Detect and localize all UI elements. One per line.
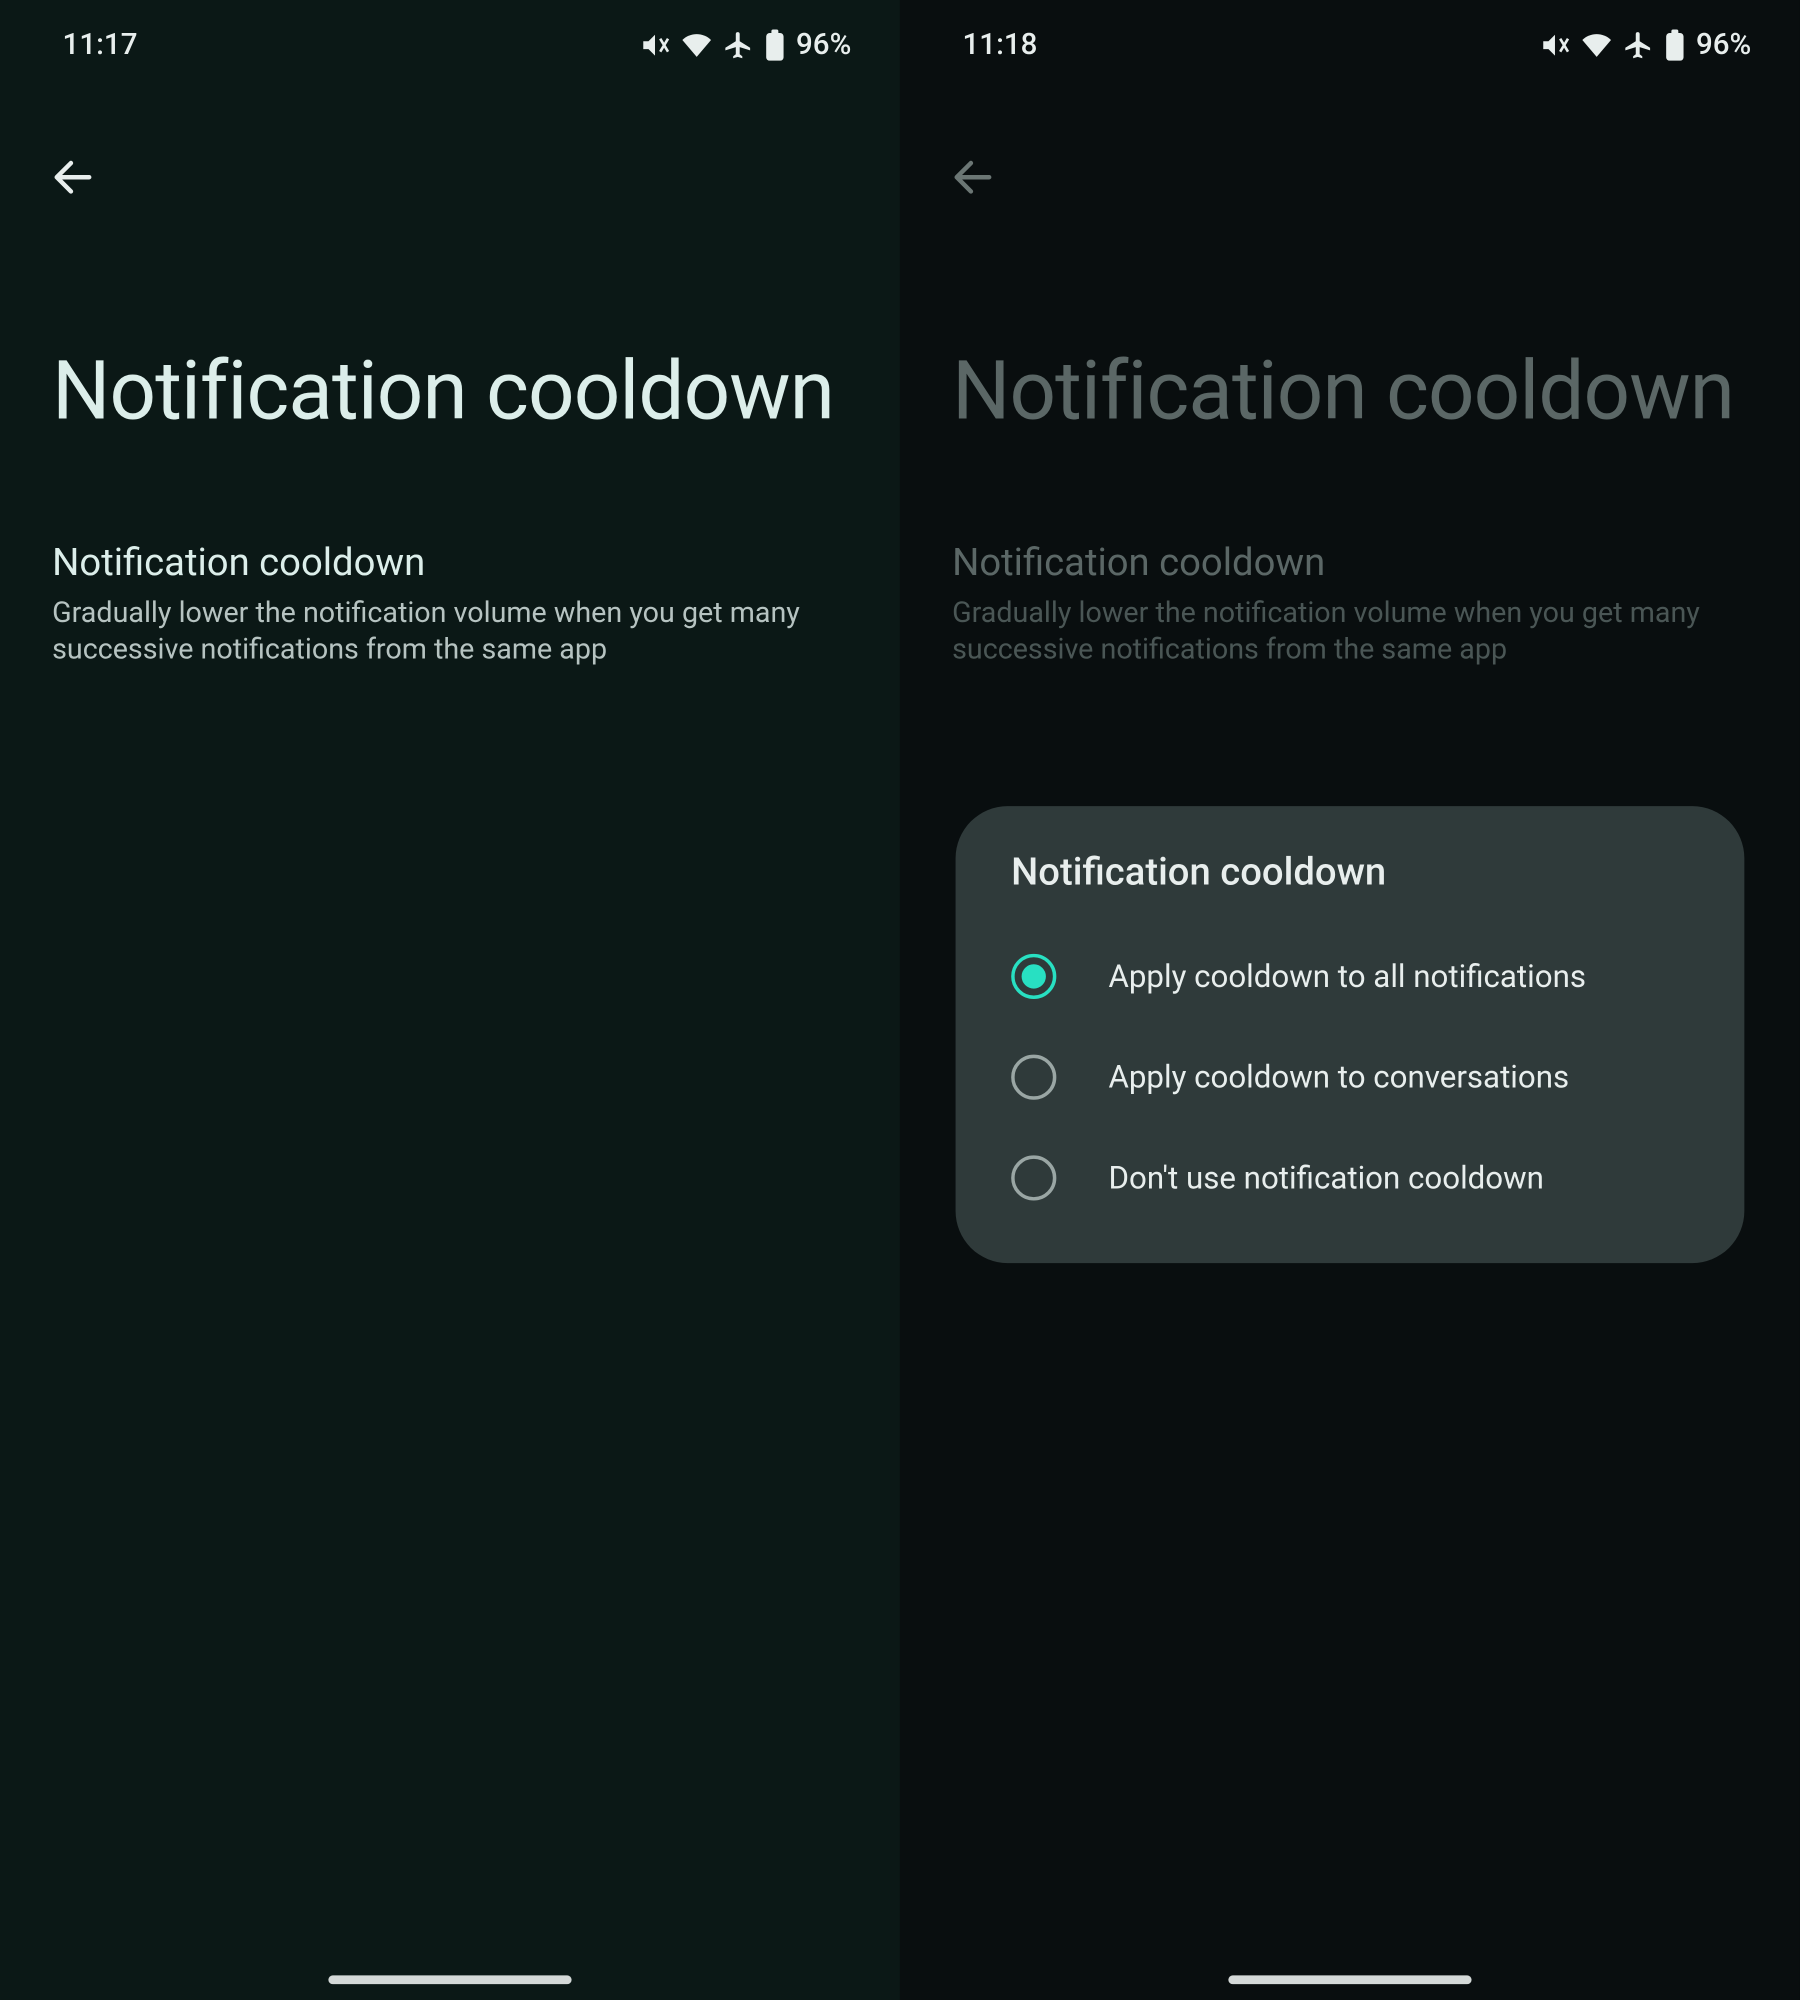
battery-percent: 96%	[796, 28, 851, 63]
status-icons: 96%	[1540, 28, 1752, 63]
cooldown-setting-row: Notification cooldown Gradually lower th…	[952, 542, 1748, 670]
status-bar: 11:17 96%	[0, 0, 900, 90]
radio-label: Apply cooldown to conversations	[1108, 1059, 1569, 1095]
cooldown-setting-row[interactable]: Notification cooldown Gradually lower th…	[52, 542, 848, 670]
screenshot-left: 11:17 96%	[0, 0, 900, 2000]
radio-option-all[interactable]: Apply cooldown to all notifications	[1004, 926, 1695, 1027]
radio-indicator	[1011, 954, 1056, 999]
gesture-handle[interactable]	[1228, 1975, 1471, 1984]
setting-description: Gradually lower the notification volume …	[952, 596, 1748, 670]
status-icons: 96%	[640, 28, 852, 63]
battery-icon	[765, 30, 786, 61]
radio-label: Apply cooldown to all notifications	[1108, 958, 1586, 994]
setting-heading: Notification cooldown	[952, 542, 1748, 585]
screenshot-right: 11:18 96%	[900, 0, 1800, 2000]
wifi-icon	[1581, 30, 1612, 61]
battery-percent: 96%	[1696, 28, 1751, 63]
back-button[interactable]	[938, 142, 1007, 211]
wifi-icon	[681, 30, 712, 61]
mute-icon	[640, 30, 671, 61]
status-bar: 11:18 96%	[900, 0, 1800, 90]
page-title: Notification cooldown	[952, 347, 1765, 437]
status-time: 11:17	[63, 28, 138, 63]
status-time: 11:18	[963, 28, 1038, 63]
airplane-icon	[723, 30, 754, 61]
page-title: Notification cooldown	[52, 347, 865, 437]
radio-label: Don't use notification cooldown	[1108, 1160, 1543, 1196]
gesture-handle[interactable]	[328, 1975, 571, 1984]
radio-option-conversations[interactable]: Apply cooldown to conversations	[1004, 1027, 1695, 1128]
radio-indicator	[1011, 1155, 1056, 1200]
mute-icon	[1540, 30, 1571, 61]
setting-heading: Notification cooldown	[52, 542, 848, 585]
dialog-title: Notification cooldown	[1011, 851, 1696, 894]
radio-indicator	[1011, 1055, 1056, 1100]
radio-option-none[interactable]: Don't use notification cooldown	[1004, 1128, 1695, 1229]
setting-description: Gradually lower the notification volume …	[52, 596, 848, 670]
back-button[interactable]	[38, 142, 107, 211]
cooldown-dialog: Notification cooldown Apply cooldown to …	[956, 806, 1745, 1263]
airplane-icon	[1623, 30, 1654, 61]
battery-icon	[1665, 30, 1686, 61]
